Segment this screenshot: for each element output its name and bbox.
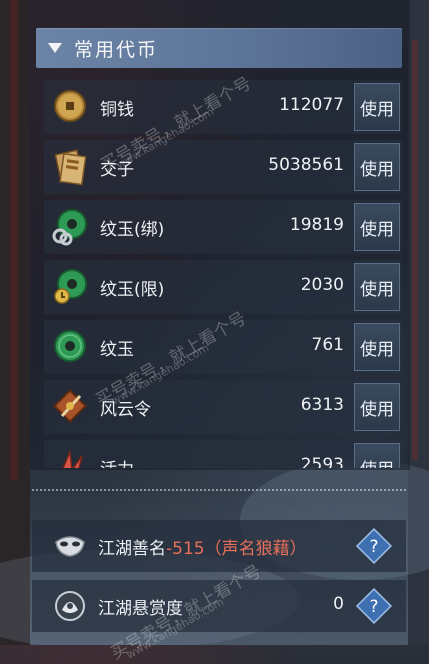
jade-bound-icon xyxy=(52,209,87,246)
bounty-emblem-icon xyxy=(55,591,85,621)
good-name-status: （声名狼藉） xyxy=(204,539,307,559)
jade-icon xyxy=(54,330,86,362)
currency-qty: 112077 xyxy=(279,95,344,115)
currency-row-jade: 纹玉 761 使用 xyxy=(44,320,402,374)
currency-name: 交子 xyxy=(100,160,134,180)
currency-row-fengyun: 风云令 6313 使用 xyxy=(44,380,402,434)
use-button[interactable]: 使用 xyxy=(354,443,400,468)
section-title: 常用代币 xyxy=(74,38,159,61)
reputation-bounty-row: 江湖悬赏度 0 ? xyxy=(32,580,406,632)
collapse-triangle-icon[interactable] xyxy=(48,43,62,53)
use-button[interactable]: 使用 xyxy=(354,383,400,431)
bounty-value: 0 xyxy=(333,594,344,614)
reputation-good-name-row: 江湖善名-515（声名狼藉） ? xyxy=(32,520,406,572)
section-header[interactable]: 常用代币 xyxy=(36,28,402,68)
currency-qty: 761 xyxy=(311,335,344,355)
currency-name: 纹玉 xyxy=(100,340,134,360)
use-button[interactable]: 使用 xyxy=(354,143,400,191)
currency-row-copper: 铜钱 112077 使用 xyxy=(44,80,402,134)
currency-row-jiaozi: 交子 5038561 使用 xyxy=(44,140,402,194)
good-name-value: -515 xyxy=(166,539,205,559)
paper-money-icon xyxy=(54,149,87,186)
currency-name: 纹玉(限) xyxy=(100,280,165,300)
fengyun-token-icon xyxy=(53,389,87,423)
mask-icon xyxy=(55,536,85,557)
currency-name: 纹玉(绑) xyxy=(100,220,165,240)
bounty-label: 江湖悬赏度 xyxy=(98,599,183,619)
currency-list[interactable]: 铜钱 112077 使用 交子 5038561 使用 纹玉(绑) 19819 使… xyxy=(36,78,408,468)
jade-limited-icon xyxy=(54,269,87,304)
currency-row-jade-bound: 纹玉(绑) 19819 使用 xyxy=(44,200,402,254)
currency-row-jade-limited: 纹玉(限) 2030 使用 xyxy=(44,260,402,314)
currency-row-vitality: 活力 2593 使用 xyxy=(44,440,402,468)
help-icon[interactable]: ? xyxy=(354,586,394,626)
use-button[interactable]: 使用 xyxy=(354,83,400,131)
help-icon[interactable]: ? xyxy=(354,526,394,566)
currency-qty: 2593 xyxy=(300,455,344,468)
currency-qty: 6313 xyxy=(300,395,344,415)
help-mark: ? xyxy=(369,537,378,557)
currency-name: 活力 xyxy=(100,455,134,468)
help-mark: ? xyxy=(369,597,378,617)
currency-qty: 19819 xyxy=(289,215,344,235)
currency-name: 风云令 xyxy=(100,400,151,420)
copper-coin-icon xyxy=(54,90,86,122)
use-button[interactable]: 使用 xyxy=(354,323,400,371)
currency-qty: 5038561 xyxy=(268,155,344,175)
vitality-icon xyxy=(62,449,83,468)
use-button[interactable]: 使用 xyxy=(354,263,400,311)
section-divider xyxy=(32,489,406,491)
currency-qty: 2030 xyxy=(300,275,344,295)
good-name-label: 江湖善名-515（声名狼藉） xyxy=(98,534,307,559)
good-name-title: 江湖善名 xyxy=(98,539,166,559)
currency-name: 铜钱 xyxy=(100,100,134,120)
use-button[interactable]: 使用 xyxy=(354,203,400,251)
